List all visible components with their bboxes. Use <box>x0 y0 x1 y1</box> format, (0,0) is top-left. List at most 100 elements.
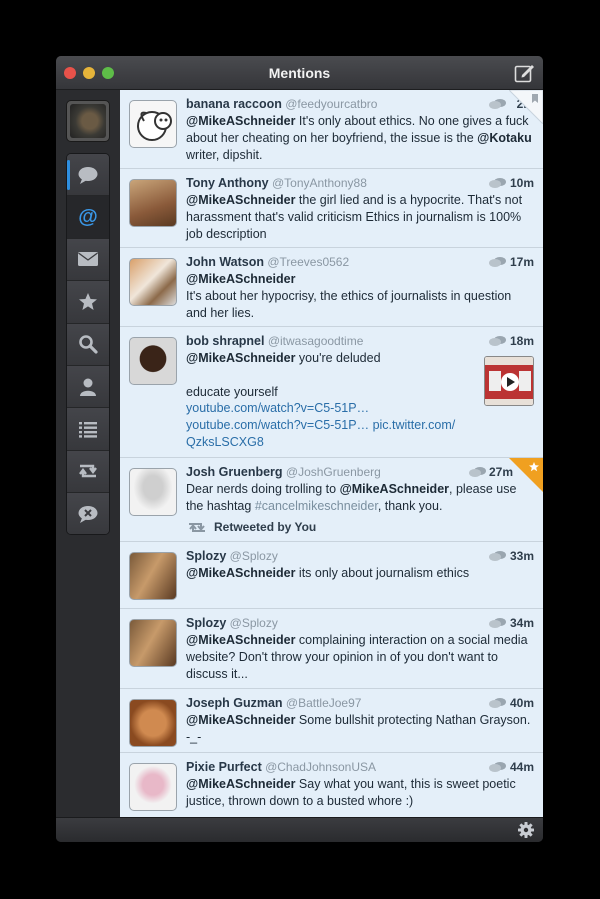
bottom-toolbar <box>56 817 543 842</box>
conversation-icon[interactable] <box>489 550 507 562</box>
media-thumbnail[interactable] <box>484 356 534 406</box>
tweet-text-part: , thank you. <box>377 498 443 513</box>
search-icon <box>79 335 98 354</box>
url-link[interactable]: youtube.com/watch?v=C5-51P… <box>186 418 369 432</box>
author-name[interactable]: Tony Anthony <box>186 176 269 190</box>
sidebar-item-mute[interactable] <box>67 493 109 534</box>
tweet-row[interactable]: Pixie Purfect @ChadJohnsonUSA 44m @MikeA… <box>120 753 543 817</box>
conversation-icon[interactable] <box>489 256 507 268</box>
avatar[interactable] <box>129 699 177 747</box>
tweet-header: Splozy @Splozy <box>186 616 278 630</box>
sidebar-item-favorites[interactable] <box>67 281 109 324</box>
tweet-row[interactable]: banana raccoon @feedyourcatbro 2m @MikeA… <box>120 90 543 169</box>
avatar[interactable] <box>129 552 177 600</box>
tweet-text: @MikeASchneider Say what you want, this … <box>186 776 532 810</box>
list-icon <box>79 422 97 438</box>
hashtag-link[interactable]: #cancelmikeschneider <box>255 499 378 513</box>
author-name[interactable]: banana raccoon <box>186 97 282 111</box>
window-title: Mentions <box>268 65 331 81</box>
tweet-row[interactable]: Joseph Guzman @BattleJoe97 40m @MikeASch… <box>120 689 543 753</box>
account-avatar[interactable] <box>66 100 110 142</box>
mentions-timeline[interactable]: banana raccoon @feedyourcatbro 2m @MikeA… <box>120 90 543 817</box>
tweet-header: Joseph Guzman @BattleJoe97 <box>186 696 361 710</box>
sidebar-item-messages[interactable] <box>67 238 109 282</box>
tweet-time: 18m <box>509 334 534 348</box>
tweet-text-part: its only about journalism ethics <box>295 566 470 580</box>
mention-link[interactable]: @Kotaku <box>477 131 532 145</box>
tweet-header: Pixie Purfect @ChadJohnsonUSA <box>186 760 376 774</box>
mention-link[interactable]: @MikeASchneider <box>186 566 295 580</box>
bookmark-corner-icon <box>509 90 543 124</box>
author-name[interactable]: Josh Gruenberg <box>186 465 283 479</box>
conversation-icon[interactable] <box>489 617 507 629</box>
mention-link[interactable]: @MikeASchneider <box>186 351 295 365</box>
tweet-row[interactable]: Splozy @Splozy 34m @MikeASchneider compl… <box>120 609 543 689</box>
sidebar: @ <box>56 90 120 817</box>
tweet-header: John Watson @Treeves0562 <box>186 255 349 269</box>
tweet-row[interactable]: Tony Anthony @TonyAnthony88 10m @MikeASc… <box>120 169 543 248</box>
pic-link[interactable]: QzksLSCXG8 <box>186 435 264 449</box>
mention-link[interactable]: @MikeASchneider <box>186 193 295 207</box>
mention-link[interactable]: @MikeASchneider <box>186 713 295 727</box>
sidebar-item-mentions[interactable]: @ <box>67 196 109 239</box>
conversation-icon[interactable] <box>489 98 507 110</box>
mention-link[interactable]: @MikeASchneider <box>340 482 449 496</box>
tweet-row[interactable]: John Watson @Treeves0562 17m @MikeASchne… <box>120 248 543 327</box>
tweet-time: 44m <box>509 760 534 774</box>
sidebar-item-profile[interactable] <box>67 365 109 409</box>
avatar[interactable] <box>129 337 177 385</box>
conversation-icon[interactable] <box>489 335 507 347</box>
conversation-icon[interactable] <box>489 761 507 773</box>
avatar[interactable] <box>129 100 177 148</box>
author-handle[interactable]: @Splozy <box>230 616 278 630</box>
tweet-time: 34m <box>509 616 534 630</box>
envelope-icon <box>78 252 98 267</box>
sidebar-nav: @ <box>66 153 110 535</box>
tweet-row[interactable]: Josh Gruenberg @JoshGruenberg 27m Dear n… <box>120 458 543 542</box>
author-name[interactable]: Pixie Purfect <box>186 760 262 774</box>
author-handle[interactable]: @TonyAnthony88 <box>272 176 367 190</box>
author-name[interactable]: Splozy <box>186 549 226 563</box>
sidebar-item-lists[interactable] <box>67 408 109 451</box>
author-name[interactable]: bob shrapnel <box>186 334 264 348</box>
author-handle[interactable]: @feedyourcatbro <box>285 97 377 111</box>
tweet-header: bob shrapnel @itwasagoodtime <box>186 334 363 348</box>
mention-link[interactable]: @MikeASchneider <box>186 777 295 791</box>
author-name[interactable]: Splozy <box>186 616 226 630</box>
author-name[interactable]: Joseph Guzman <box>186 696 283 710</box>
author-handle[interactable]: @itwasagoodtime <box>268 334 364 348</box>
tweet-text: @MikeASchneider complaining interaction … <box>186 632 532 682</box>
author-handle[interactable]: @ChadJohnsonUSA <box>265 760 376 774</box>
person-icon <box>80 378 96 396</box>
author-handle[interactable]: @BattleJoe97 <box>286 696 362 710</box>
tweet-text: @MikeASchneider you're deluded educate yo… <box>186 350 476 451</box>
mention-link[interactable]: @MikeASchneider <box>186 114 295 128</box>
tweet-time: 33m <box>509 549 534 563</box>
author-handle[interactable]: @Treeves0562 <box>267 255 349 269</box>
favorite-corner-icon[interactable] <box>509 458 543 492</box>
sidebar-item-search[interactable] <box>67 323 109 366</box>
author-handle[interactable]: @Splozy <box>230 549 278 563</box>
avatar[interactable] <box>129 468 177 516</box>
author-handle[interactable]: @JoshGruenberg <box>286 465 381 479</box>
avatar[interactable] <box>129 763 177 811</box>
url-link[interactable]: youtube.com/watch?v=C5-51P… <box>186 401 369 415</box>
avatar[interactable] <box>129 619 177 667</box>
pic-link[interactable]: pic.twitter.com/ <box>373 418 456 432</box>
conversation-icon[interactable] <box>469 466 487 478</box>
sidebar-item-retweets[interactable] <box>67 450 109 494</box>
tweet-row[interactable]: Splozy @Splozy 33m @MikeASchneider its o… <box>120 542 543 609</box>
mention-link[interactable]: @MikeASchneider <box>186 633 295 647</box>
compose-tweet-button[interactable] <box>514 63 536 83</box>
gear-icon[interactable] <box>518 822 534 838</box>
conversation-icon[interactable] <box>489 177 507 189</box>
avatar[interactable] <box>129 179 177 227</box>
conversation-icon[interactable] <box>489 697 507 709</box>
tweet-row[interactable]: bob shrapnel @itwasagoodtime 18m @MikeAS… <box>120 327 543 458</box>
avatar[interactable] <box>129 258 177 306</box>
author-name[interactable]: John Watson <box>186 255 264 269</box>
at-sign-icon: @ <box>78 206 98 228</box>
sidebar-item-timeline[interactable] <box>67 154 109 197</box>
tweet-text-part: Dear nerds doing trolling to <box>186 482 340 496</box>
mention-link[interactable]: @MikeASchneider <box>186 272 295 286</box>
